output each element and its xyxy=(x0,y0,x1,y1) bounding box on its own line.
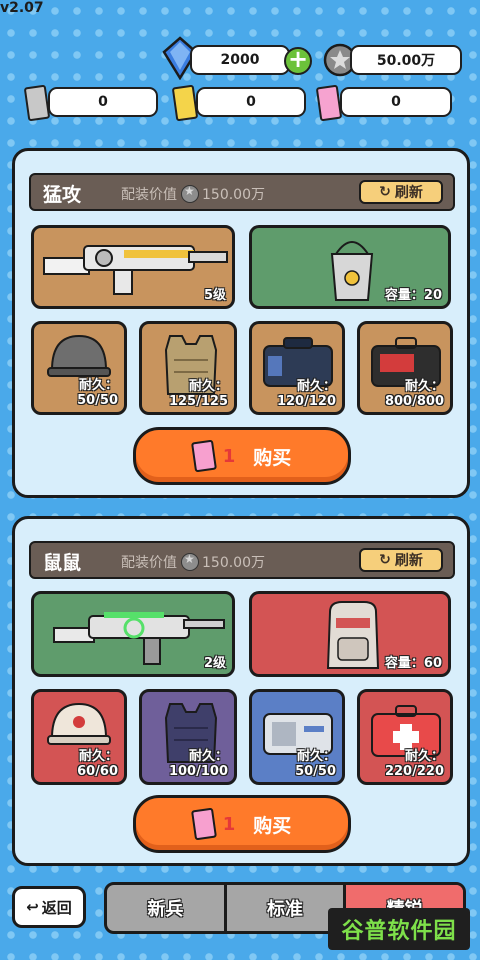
durability-value: 100/100 xyxy=(168,764,228,779)
pink-ticket-icon xyxy=(190,807,217,841)
gold-ticket-counter: 0 xyxy=(196,87,306,117)
refresh-icon: ↻ xyxy=(379,552,391,568)
backpack-card[interactable]: 容量：60 xyxy=(249,591,451,677)
durability-value: 125/125 xyxy=(168,394,228,409)
panel-title: 鼠鼠 xyxy=(43,552,82,574)
add-gems-button[interactable]: + xyxy=(284,47,312,75)
medkit-card[interactable]: 耐久： 220/220 xyxy=(357,689,453,785)
durability-label: 耐久： xyxy=(188,379,228,394)
pink-ticket-counter: 0 xyxy=(340,87,452,117)
weapon-card[interactable]: 2级 xyxy=(31,591,235,677)
back-label: 返回 xyxy=(41,898,72,917)
pink-ticket-count: 0 xyxy=(391,94,401,110)
refresh-button[interactable]: ↻ 刷新 xyxy=(359,180,443,204)
silver-ticket-icon xyxy=(23,84,51,122)
durability-value: 220/220 xyxy=(384,764,444,779)
watermark: 谷普软件园 xyxy=(328,908,470,950)
vest-durability: 耐久： 100/100 xyxy=(169,749,228,779)
durability-label: 耐久： xyxy=(296,379,336,394)
tab-recruit[interactable]: 新兵 xyxy=(107,885,227,931)
loadout-panel-stealth: 鼠鼠 配装价值 150.00万 ↻ 刷新 2级 容量：60 xyxy=(12,516,470,866)
refresh-label: 刷新 xyxy=(394,185,423,201)
silver-ticket-count: 0 xyxy=(98,94,108,110)
durability-value: 50/50 xyxy=(295,764,336,779)
medkit-durability: 耐久： 220/220 xyxy=(385,749,444,779)
loadout-value: 配装价值 150.00万 xyxy=(121,184,265,204)
panel-header: 猛攻 配装价值 150.00万 ↻ 刷新 xyxy=(29,173,455,211)
backpack-icon xyxy=(326,601,380,669)
gem-count: 2000 xyxy=(220,52,260,68)
silver-coin-icon xyxy=(181,184,199,203)
back-button[interactable]: ↩ 返回 xyxy=(12,886,86,928)
loadout-value-label: 配装价值 xyxy=(121,187,177,203)
gem-counter: 2000 xyxy=(190,45,290,75)
durability-label: 耐久： xyxy=(188,749,228,764)
rig-bag-durability: 耐久： 120/120 xyxy=(277,379,336,409)
buy-button[interactable]: 1 购买 xyxy=(133,795,351,853)
case-durability: 耐久： 800/800 xyxy=(385,379,444,409)
loadout-panel-assault: 猛攻 配装价值 150.00万 ↻ 刷新 5级 容量：20 xyxy=(12,148,470,498)
durability-value: 60/60 xyxy=(77,764,118,779)
gold-ticket-icon xyxy=(171,84,199,122)
helmet-card[interactable]: 耐久： 50/50 xyxy=(31,321,127,415)
loadout-value: 配装价值 150.00万 xyxy=(121,552,265,572)
loadout-value-amount: 150.00万 xyxy=(202,187,265,203)
durability-label: 耐久： xyxy=(404,379,444,394)
buy-button[interactable]: 1 购买 xyxy=(133,427,351,485)
case-card[interactable]: 耐久： 50/50 xyxy=(249,689,345,785)
weapon-card[interactable]: 5级 xyxy=(31,225,235,309)
durability-value: 120/120 xyxy=(276,394,336,409)
coin-count: 50.00万 xyxy=(376,53,436,69)
refresh-icon: ↻ xyxy=(379,184,391,200)
gold-ticket-count: 0 xyxy=(246,94,256,110)
backpack-capacity: 容量：60 xyxy=(384,656,442,671)
buy-cost: 1 xyxy=(222,813,236,835)
durability-label: 耐久： xyxy=(78,378,118,393)
weapon-level: 5级 xyxy=(203,288,226,303)
silver-ticket-counter: 0 xyxy=(48,87,158,117)
durability-value: 50/50 xyxy=(77,393,118,408)
pink-ticket-icon xyxy=(315,84,343,122)
durability-label: 耐久： xyxy=(404,749,444,764)
weapon-level: 2级 xyxy=(203,656,226,671)
vest-card[interactable]: 耐久： 125/125 xyxy=(139,321,237,415)
durability-label: 耐久： xyxy=(296,749,336,764)
durability-label: 耐久： xyxy=(78,749,118,764)
buy-label: 购买 xyxy=(253,814,292,837)
refresh-button[interactable]: ↻ 刷新 xyxy=(359,548,443,572)
silver-coin-icon xyxy=(181,552,199,571)
refresh-label: 刷新 xyxy=(394,553,423,569)
pink-ticket-icon xyxy=(190,439,217,473)
backpack-card[interactable]: 容量：20 xyxy=(249,225,451,309)
rig-bag-card[interactable]: 耐久： 120/120 xyxy=(249,321,345,415)
vest-card[interactable]: 耐久： 100/100 xyxy=(139,689,237,785)
buy-label: 购买 xyxy=(253,446,292,469)
case-durability: 耐久： 50/50 xyxy=(295,749,336,779)
durability-value: 800/800 xyxy=(384,394,444,409)
helmet-durability: 耐久： 60/60 xyxy=(77,749,118,779)
loadout-value-label: 配装价值 xyxy=(121,555,177,571)
helmet-durability: 耐久： 50/50 xyxy=(77,378,118,408)
helmet-card[interactable]: 耐久： 60/60 xyxy=(31,689,127,785)
backpack-icon xyxy=(330,241,374,301)
case-card[interactable]: 耐久： 800/800 xyxy=(357,321,453,415)
version-label: v2.07 xyxy=(0,0,44,16)
loadout-value-amount: 150.00万 xyxy=(202,555,265,571)
return-arrow-icon: ↩ xyxy=(26,898,39,916)
panel-header: 鼠鼠 配装价值 150.00万 ↻ 刷新 xyxy=(29,541,455,579)
backpack-capacity: 容量：20 xyxy=(384,288,442,303)
buy-cost: 1 xyxy=(222,445,236,467)
vest-durability: 耐久： 125/125 xyxy=(169,379,228,409)
coin-counter: 50.00万 xyxy=(350,45,462,75)
panel-title: 猛攻 xyxy=(43,184,82,206)
